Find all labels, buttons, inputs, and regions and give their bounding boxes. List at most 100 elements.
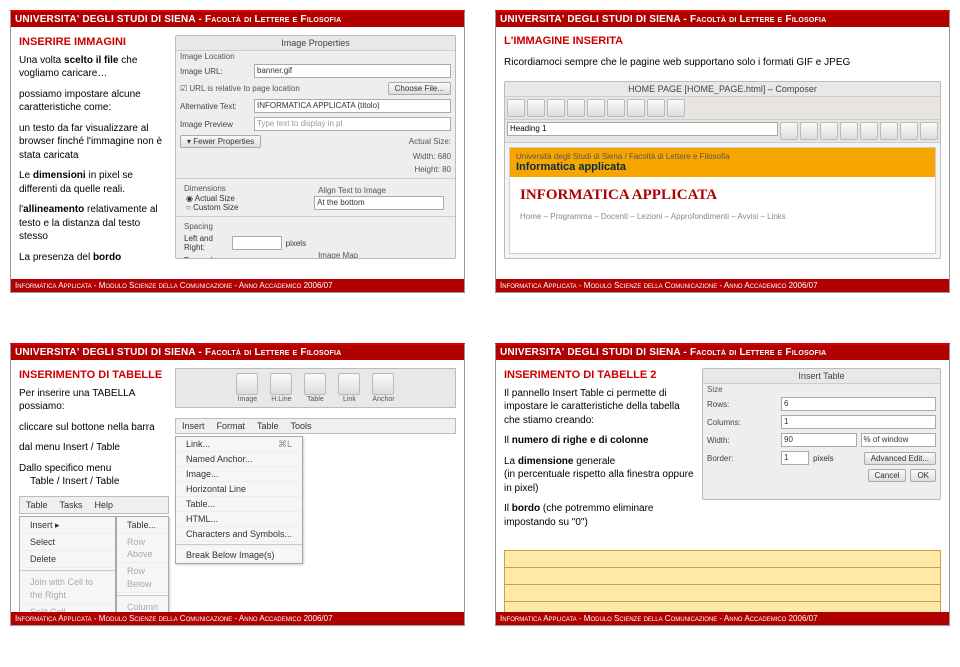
- slide-footer: Informatica Applicata - Modulo Scienze d…: [11, 612, 464, 625]
- slide3-title: INSERIMENTO DI TABELLE: [19, 368, 169, 383]
- spacing-lr[interactable]: [232, 236, 282, 250]
- spacing-tb[interactable]: [232, 258, 282, 259]
- actual-size-radio[interactable]: ◉ Actual Size: [180, 194, 310, 203]
- width-input[interactable]: 90: [781, 433, 857, 447]
- menu-item[interactable]: Link...⌘L: [176, 437, 302, 452]
- t: numero di righe e di colonne: [512, 435, 649, 446]
- fewer-properties-button[interactable]: ▾ Fewer Properties: [180, 135, 261, 148]
- menu-item[interactable]: Break Below Image(s): [176, 548, 302, 563]
- t: La presenza del: [19, 252, 93, 263]
- t: Actual Size:: [409, 137, 451, 146]
- menu-item[interactable]: Horizontal Line: [176, 482, 302, 497]
- menu-item[interactable]: Characters and Symbols...: [176, 527, 302, 542]
- t: allineamento: [23, 204, 84, 215]
- menu-item-insert[interactable]: Insert ▸: [20, 517, 115, 534]
- remove-map-button[interactable]: Remove: [314, 259, 358, 260]
- dialog-title: Image Properties: [176, 36, 455, 51]
- menu-format[interactable]: Format: [211, 419, 252, 433]
- alt-text-input[interactable]: INFORMATICA APPLICATA (titolo): [254, 99, 451, 113]
- menu-help[interactable]: Help: [89, 497, 120, 513]
- slide1-text: INSERIRE IMMAGINI Una volta scelto il fi…: [19, 35, 169, 259]
- insert-menu: Insert Format Table Tools Link...⌘L Name…: [175, 418, 456, 564]
- link-icon[interactable]: [338, 373, 360, 395]
- toolbar-button[interactable]: [527, 99, 545, 117]
- t: possiamo impostare alcune caratteristich…: [19, 88, 169, 115]
- menu-item[interactable]: Named Anchor...: [176, 452, 302, 467]
- t: Height: 80: [415, 165, 451, 174]
- toolbar-button[interactable]: [667, 99, 685, 117]
- format-button[interactable]: [880, 122, 898, 140]
- menu-tools[interactable]: Tools: [285, 419, 318, 433]
- t: bordo: [93, 252, 121, 263]
- toolbar-button[interactable]: [547, 99, 565, 117]
- t: Per inserire una TABELLA possiamo:: [19, 387, 169, 414]
- menu-tasks[interactable]: Tasks: [54, 497, 89, 513]
- format-button[interactable]: [820, 122, 838, 140]
- slide-footer: Informatica Applicata - Modulo Scienze d…: [496, 279, 949, 292]
- slide4-title: INSERIMENTO DI TABELLE 2: [504, 368, 694, 383]
- menu-insert[interactable]: Insert: [176, 419, 211, 433]
- heading-select[interactable]: Heading 1: [507, 122, 778, 136]
- rows-input[interactable]: 6: [781, 397, 936, 411]
- cancel-button[interactable]: Cancel: [868, 469, 907, 482]
- format-button[interactable]: [840, 122, 858, 140]
- t: dimensione: [518, 456, 574, 467]
- page-heading: INFORMATICA APPLICATA: [520, 187, 925, 204]
- align-select[interactable]: At the bottom: [314, 196, 444, 210]
- advanced-button[interactable]: Advanced Edit...: [864, 452, 936, 465]
- toolbar-button[interactable]: [647, 99, 665, 117]
- t: Link: [338, 396, 360, 403]
- format-button[interactable]: [860, 122, 878, 140]
- banner-subtitle: Università degli Studi di Siena / Facolt…: [516, 152, 929, 161]
- menu-item[interactable]: Select: [20, 534, 115, 551]
- format-button[interactable]: [780, 122, 798, 140]
- relative-checkbox[interactable]: ☑ URL is relative to page location: [180, 84, 300, 93]
- t: Il: [504, 435, 512, 446]
- format-button[interactable]: [900, 122, 918, 140]
- label: Image Map: [314, 250, 444, 260]
- hline-icon[interactable]: [270, 373, 292, 395]
- cols-input[interactable]: 1: [781, 415, 936, 429]
- label: Width:: [707, 436, 777, 445]
- t: Il pannello Insert Table ci permette di …: [504, 387, 694, 428]
- custom-size-radio[interactable]: ○ Custom Size: [180, 203, 310, 212]
- menu-table[interactable]: Table: [20, 497, 54, 513]
- ok-button[interactable]: OK: [910, 469, 936, 482]
- toolbar-button[interactable]: [627, 99, 645, 117]
- image-url-input[interactable]: banner.gif: [254, 64, 451, 78]
- menu-item[interactable]: Table...: [176, 497, 302, 512]
- page-banner: Università degli Studi di Siena / Facolt…: [510, 148, 935, 177]
- t: Dallo specifico menu: [19, 463, 111, 474]
- toolbar-button[interactable]: [587, 99, 605, 117]
- menu-item[interactable]: Table...: [117, 517, 168, 534]
- menu-item[interactable]: HTML...: [176, 512, 302, 527]
- t: scelto il file: [64, 55, 118, 66]
- slide-footer: Informatica Applicata - Modulo Scienze d…: [496, 612, 949, 625]
- label: Columns:: [707, 418, 777, 427]
- t: (in percentuale rispetto alla finestra o…: [504, 469, 694, 494]
- width-unit-select[interactable]: % of window: [861, 433, 937, 447]
- slide-header: UNIVERSITA' DEGLI STUDI DI SIENA - Facol…: [11, 12, 464, 27]
- t: La: [504, 456, 518, 467]
- format-button[interactable]: [920, 122, 938, 140]
- toolbar-button[interactable]: [567, 99, 585, 117]
- anchor-icon[interactable]: [372, 373, 394, 395]
- menu-item[interactable]: Delete: [20, 551, 115, 568]
- format-button[interactable]: [800, 122, 818, 140]
- label: Image Location: [176, 51, 455, 62]
- menu-item[interactable]: Image...: [176, 467, 302, 482]
- toolbar-button[interactable]: [507, 99, 525, 117]
- insert-table-dialog: Insert Table Size Rows: 6 Columns: 1 Wid…: [702, 368, 941, 500]
- slide-inserire-immagini: UNIVERSITA' DEGLI STUDI DI SIENA - Facol…: [10, 10, 465, 293]
- t: Custom Size: [193, 203, 238, 212]
- t: pixels: [286, 239, 306, 248]
- image-icon[interactable]: [236, 373, 258, 395]
- border-input[interactable]: 1: [781, 451, 809, 465]
- dialog-title: Insert Table: [703, 369, 940, 384]
- menu-table[interactable]: Table: [251, 419, 285, 433]
- choose-file-button[interactable]: Choose File...: [388, 82, 451, 95]
- t: cliccare sul bottone nella barra: [19, 421, 169, 435]
- menu-item: Join with Cell to the Right: [20, 574, 115, 603]
- toolbar-button[interactable]: [607, 99, 625, 117]
- table-icon[interactable]: [304, 373, 326, 395]
